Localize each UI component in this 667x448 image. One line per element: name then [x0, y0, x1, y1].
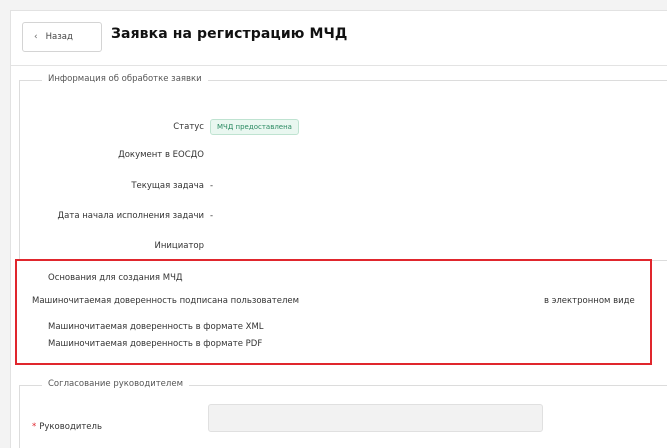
- highlight-frame: [15, 259, 652, 365]
- page-background: ‹ Назад Заявка на регистрацию МЧД Информ…: [0, 0, 667, 448]
- initiator-label: Инициатор: [154, 241, 204, 251]
- processing-info-legend: Информация об обработке заявки: [42, 74, 208, 84]
- application-card: ‹ Назад Заявка на регистрацию МЧД Информ…: [10, 10, 667, 448]
- status-label: Статус: [173, 122, 204, 132]
- back-button[interactable]: ‹ Назад: [22, 22, 102, 52]
- task-start-label: Дата начала исполнения задачи: [57, 211, 204, 221]
- required-marker: *: [32, 422, 37, 432]
- manager-label-wrap: * Руководитель: [32, 422, 102, 432]
- document-row: Документ в ЕОСДО: [20, 150, 210, 160]
- task-start-value: -: [210, 211, 214, 221]
- initiator-row: Инициатор: [20, 241, 210, 251]
- status-row: Статус МЧД предоставлена: [20, 119, 299, 135]
- page-title: Заявка на регистрацию МЧД: [111, 26, 348, 42]
- task-row: Текущая задача -: [20, 181, 213, 191]
- chevron-left-icon: ‹: [34, 32, 38, 42]
- processing-info-section: Информация об обработке заявки Статус МЧ…: [19, 74, 667, 261]
- back-button-label: Назад: [45, 32, 73, 42]
- header-divider: [11, 65, 667, 66]
- manager-input[interactable]: [208, 404, 543, 432]
- approval-legend: Согласование руководителем: [42, 379, 189, 389]
- task-value: -: [210, 181, 214, 191]
- status-badge: МЧД предоставлена: [210, 119, 299, 135]
- task-label: Текущая задача: [131, 181, 204, 191]
- document-label: Документ в ЕОСДО: [118, 150, 204, 160]
- manager-label: Руководитель: [39, 422, 102, 432]
- task-start-row: Дата начала исполнения задачи -: [20, 211, 214, 221]
